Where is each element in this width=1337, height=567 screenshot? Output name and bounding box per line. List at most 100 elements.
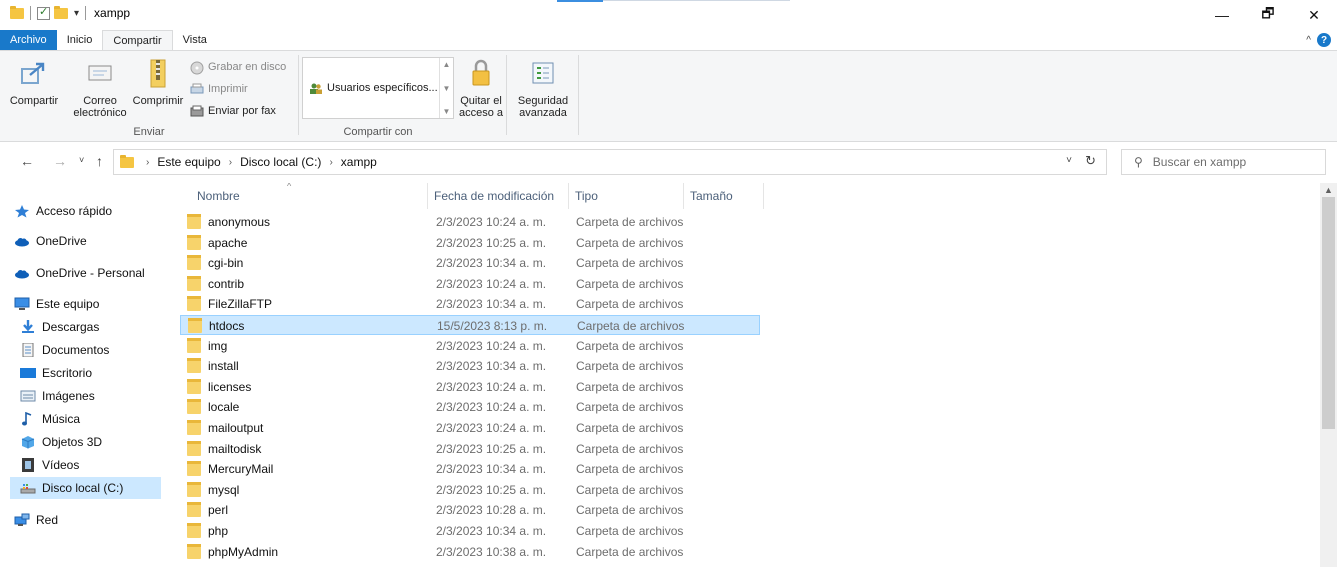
nav-item-network[interactable]: Red — [14, 509, 58, 531]
nav-item-pictures[interactable]: Imágenes — [20, 385, 95, 407]
tab-inicio[interactable]: Inicio — [57, 30, 103, 50]
file-name: locale — [208, 400, 240, 415]
file-row[interactable]: apache 2/3/2023 10:25 a. m. Carpeta de arc… — [180, 233, 760, 253]
file-row[interactable]: perl 2/3/2023 10:28 a. m. Carpeta de archi… — [180, 500, 760, 520]
address-bar[interactable]: › Este equipo › Disco local (C:) › xampp… — [113, 149, 1107, 175]
file-row[interactable]: mailoutput 2/3/2023 10:24 a. m. Carpeta de… — [180, 418, 760, 438]
column-header-name[interactable]: ^ Nombre — [175, 183, 428, 209]
file-date: 2/3/2023 10:25 a. m. — [436, 441, 547, 456]
folder-icon — [188, 318, 202, 333]
back-arrow-icon[interactable]: ← — [20, 153, 34, 169]
file-row[interactable]: img 2/3/2023 10:24 a. m. Carpeta de archiv… — [180, 336, 760, 356]
file-type: Carpeta de archivos — [576, 215, 684, 229]
file-type: Carpeta de archivos — [576, 256, 684, 271]
printer-icon — [190, 83, 204, 95]
file-row[interactable]: htdocs 15/5/2023 8:13 p. m. Carpeta de arc… — [180, 315, 760, 335]
file-row[interactable]: mysql 2/3/2023 10:25 a. m. Carpeta de arch… — [180, 480, 760, 500]
forward-arrow-icon[interactable]: → — [53, 153, 67, 169]
email-button[interactable]: Correo electrónico — [68, 57, 132, 119]
folder-icon — [187, 214, 201, 229]
nav-item-downloads[interactable]: Descargas — [20, 316, 99, 338]
share-list-scroll[interactable]: ▲ ▼ ▼ — [439, 58, 453, 118]
file-name: MercuryMail — [208, 462, 274, 477]
breadcrumb-disco-local[interactable]: Disco local (C:) — [240, 155, 321, 169]
search-input[interactable] — [1152, 155, 1313, 169]
group-label-enviar: Enviar — [133, 126, 165, 138]
fax-button[interactable]: Enviar por fax — [190, 105, 276, 117]
burn-disc-button[interactable]: Grabar en disco — [190, 61, 286, 75]
computer-icon — [14, 297, 30, 311]
expand-icon[interactable]: ▼ — [443, 107, 451, 116]
address-dropdown-icon[interactable]: ˅ — [1066, 155, 1072, 166]
file-row[interactable]: anonymous 2/3/2023 10:24 a. m. Carpeta de … — [180, 212, 760, 232]
nav-item-3d-objects[interactable]: Objetos 3D — [20, 431, 102, 453]
title-accent — [557, 0, 603, 2]
scroll-up-arrow-icon[interactable]: ▲ — [1324, 185, 1333, 195]
scrollbar-thumb[interactable] — [1322, 197, 1335, 429]
minimize-button[interactable]: — — [1199, 0, 1245, 30]
search-box[interactable]: ⚲ — [1121, 149, 1326, 175]
tab-vista[interactable]: Vista — [173, 30, 217, 50]
file-row[interactable]: licenses 2/3/2023 10:24 a. m. Carpeta de a… — [180, 377, 760, 397]
file-name: htdocs — [209, 319, 245, 333]
file-type: Carpeta de archivos — [576, 544, 684, 559]
column-header-size[interactable]: Tamaño — [684, 183, 764, 209]
nav-item-videos[interactable]: Vídeos — [20, 454, 79, 476]
nav-item-quick-access[interactable]: Acceso rápido — [14, 200, 112, 222]
search-icon: ⚲ — [1134, 155, 1143, 169]
file-row[interactable]: cgi-bin 2/3/2023 10:34 a. m. Carpeta de ar… — [180, 253, 760, 273]
file-row[interactable]: phpMyAdmin 2/3/2023 10:38 a. m. Carpeta de… — [180, 542, 760, 562]
nav-item-local-disk[interactable]: Disco local (C:) — [10, 477, 161, 499]
nav-item-onedrive[interactable]: OneDrive — [14, 230, 87, 252]
file-name: phpMyAdmin — [208, 544, 279, 559]
column-header-date[interactable]: Fecha de modificación — [428, 183, 569, 209]
share-button[interactable]: Compartir — [4, 57, 64, 107]
maximize-button[interactable]: 🗗 — [1245, 0, 1291, 30]
cube-icon — [20, 435, 36, 449]
file-type: Carpeta de archivos — [577, 319, 685, 333]
close-button[interactable]: ✕ — [1291, 0, 1337, 30]
customize-toolbar-dropdown[interactable]: ▾ — [74, 8, 79, 19]
folder-icon — [187, 481, 201, 497]
nav-item-desktop[interactable]: Escritorio — [20, 362, 92, 384]
file-row[interactable]: install 2/3/2023 10:34 a. m. Carpeta de ar… — [180, 356, 760, 376]
file-list: ^ Nombre Fecha de modificación Tipo Tama… — [175, 183, 1320, 567]
refresh-icon[interactable]: ↻ — [1085, 153, 1096, 169]
help-icon[interactable]: ? — [1317, 33, 1331, 47]
recent-locations-chevron-icon[interactable]: ˅ — [79, 155, 84, 165]
new-folder-icon[interactable] — [54, 5, 68, 19]
up-arrow-icon[interactable]: ↑ — [96, 153, 103, 169]
file-date: 2/3/2023 10:28 a. m. — [436, 503, 547, 518]
folder-icon — [187, 234, 201, 250]
scroll-up-icon[interactable]: ▲ — [443, 60, 451, 69]
minimize-ribbon-icon[interactable]: ^ — [1306, 35, 1311, 46]
ribbon-group-enviar: Compartir Correo electrónico Comprimir G… — [0, 51, 298, 141]
advanced-security-button[interactable]: Seguridad avanzada — [512, 57, 574, 119]
share-item-specific-users[interactable]: Usuarios específicos... — [309, 82, 438, 94]
file-row[interactable]: mailtodisk 2/3/2023 10:25 a. m. Carpeta de… — [180, 439, 760, 459]
tab-compartir[interactable]: Compartir — [102, 30, 173, 50]
folder-icon — [187, 440, 201, 456]
nav-item-this-pc[interactable]: Este equipo — [14, 293, 99, 315]
print-button[interactable]: Imprimir — [190, 83, 248, 95]
file-row[interactable]: php 2/3/2023 10:34 a. m. Carpeta de archiv… — [180, 521, 760, 541]
breadcrumb-este-equipo[interactable]: Este equipo — [157, 155, 220, 169]
file-type: Carpeta de archivos — [576, 338, 684, 353]
nav-item-music[interactable]: Música — [20, 408, 80, 430]
compress-button[interactable]: Comprimir — [130, 57, 186, 107]
scroll-down-icon[interactable]: ▼ — [443, 84, 451, 93]
share-with-list[interactable]: Usuarios específicos... ▲ ▼ ▼ — [302, 57, 454, 119]
file-row[interactable]: locale 2/3/2023 10:24 a. m. Carpeta de arc… — [180, 397, 760, 417]
nav-item-onedrive-personal[interactable]: OneDrive - Personal — [14, 262, 145, 284]
vertical-scrollbar[interactable]: ▲ — [1320, 183, 1337, 567]
remove-access-button[interactable]: Quitar el acceso a — [455, 57, 507, 119]
breadcrumb-xampp[interactable]: xampp — [341, 155, 377, 169]
tab-archivo[interactable]: Archivo — [0, 30, 57, 50]
file-row[interactable]: contrib 2/3/2023 10:24 a. m. Carpeta de ar… — [180, 274, 760, 294]
nav-item-documents[interactable]: Documentos — [20, 339, 109, 361]
file-date: 2/3/2023 10:34 a. m. — [436, 524, 547, 538]
column-header-type[interactable]: Tipo — [569, 183, 684, 209]
properties-icon[interactable] — [37, 5, 50, 20]
file-row[interactable]: MercuryMail 2/3/2023 10:34 a. m. Carpeta d… — [180, 459, 760, 479]
file-row[interactable]: FileZillaFTP 2/3/2023 10:34 a. m. Carpeta … — [180, 294, 760, 314]
